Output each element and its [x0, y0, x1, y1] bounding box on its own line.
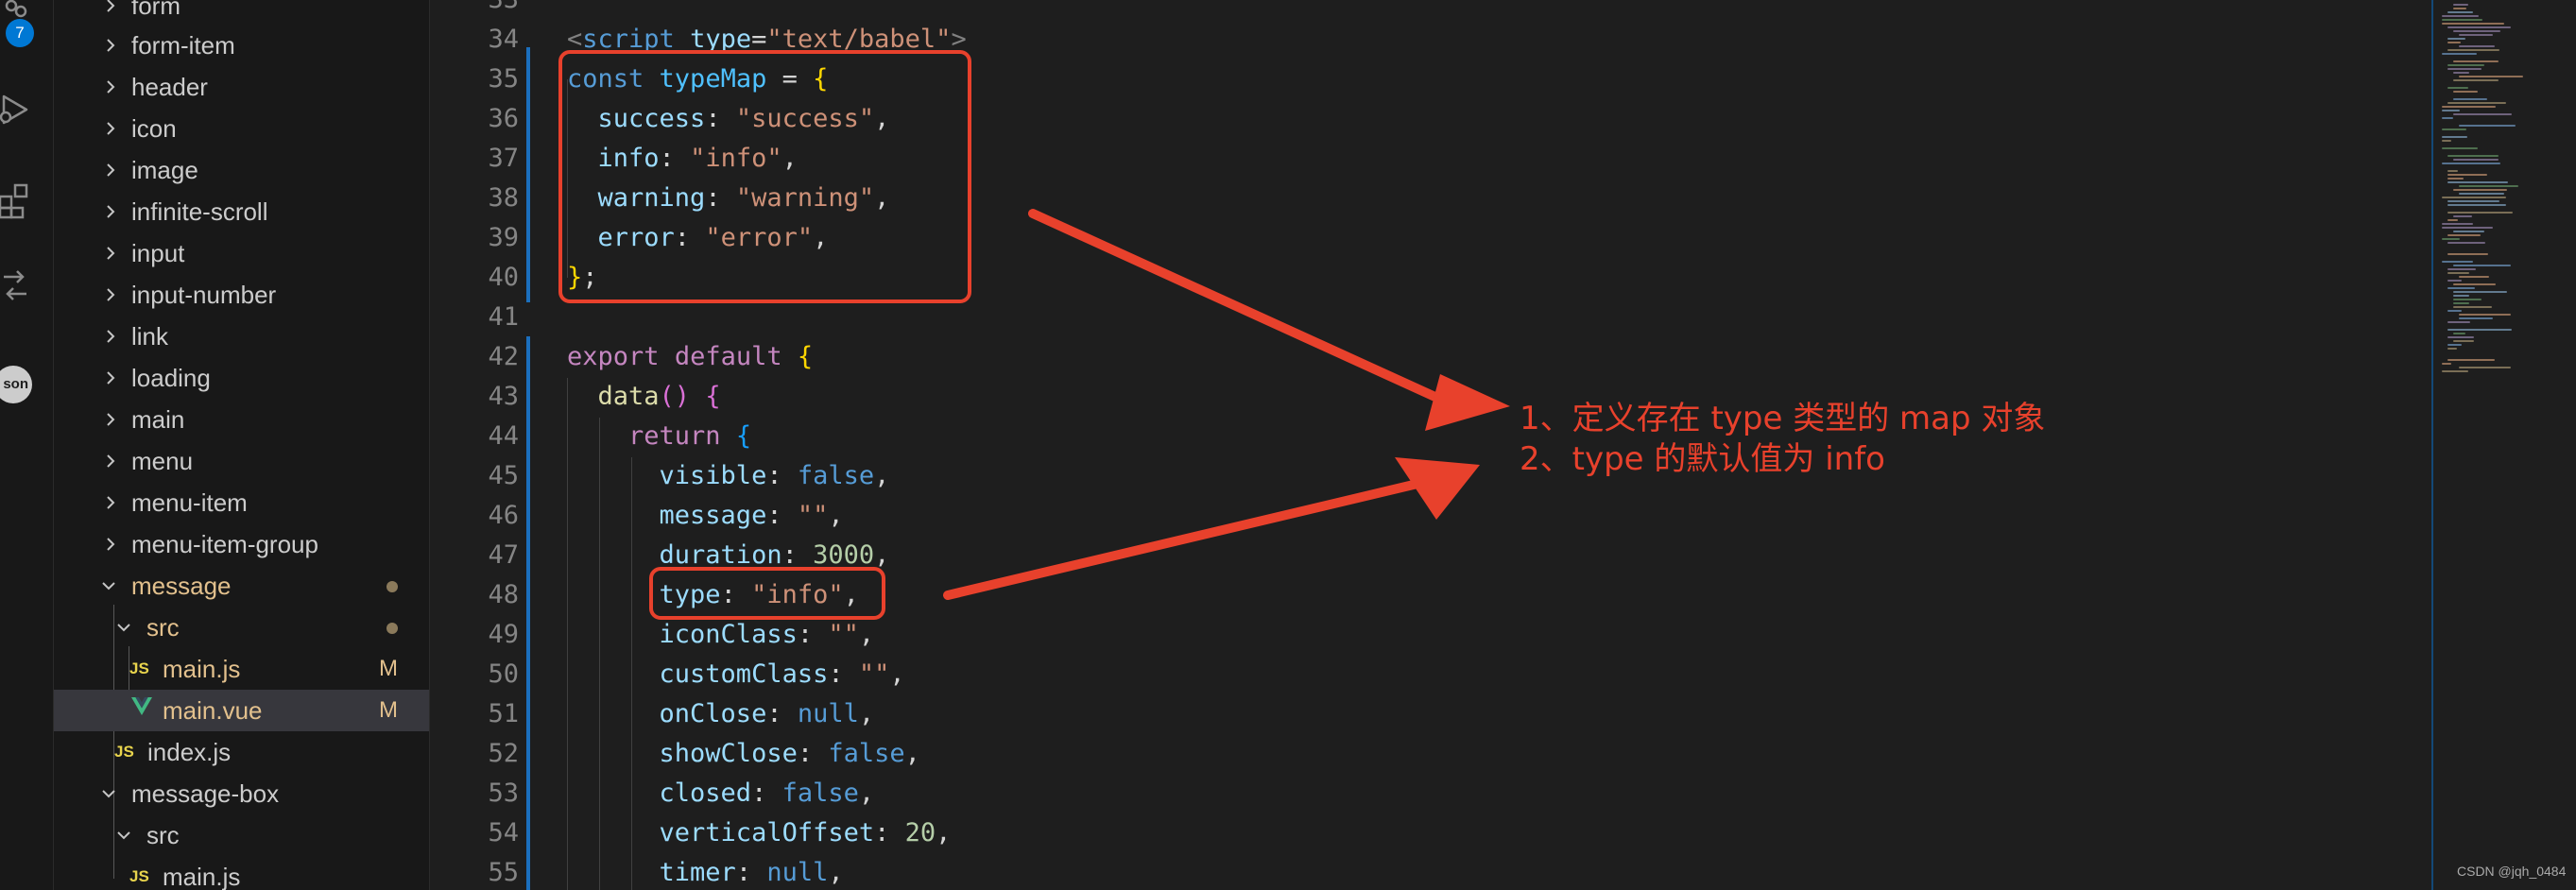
- annotation-arrows: [943, 209, 1510, 600]
- annotation-text-1: 1、定义存在 type 类型的 map 对象: [1520, 400, 2046, 437]
- annotation-text-2: 2、type 的默认值为 info: [1520, 440, 1885, 478]
- watermark: CSDN @jqh_0484: [2457, 864, 2567, 879]
- arrowhead-icon: [1425, 374, 1510, 431]
- arrow-shaft-type-default: [943, 479, 1422, 600]
- arrow-shaft-typemap: [1028, 209, 1465, 413]
